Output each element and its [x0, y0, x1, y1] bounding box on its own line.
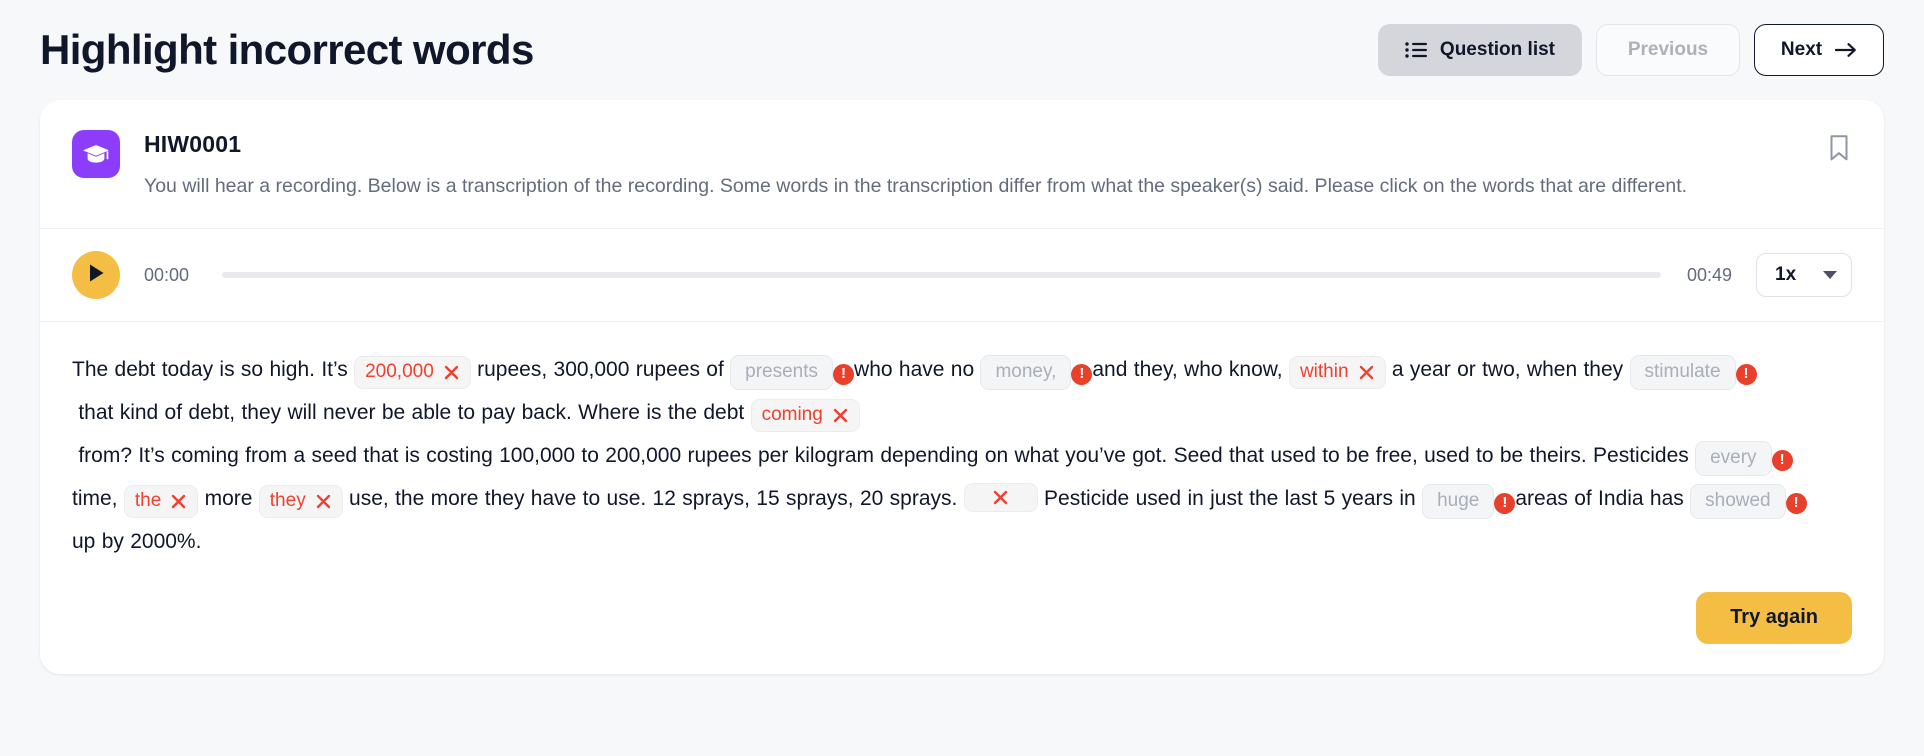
- exclamation-circle-icon[interactable]: !: [1785, 493, 1807, 515]
- arrow-right-icon: [1834, 41, 1857, 59]
- question-list-label: Question list: [1439, 39, 1555, 60]
- transcript-word-run: up by 2000%.: [72, 530, 202, 554]
- audio-player: 00:00 00:49 1x: [40, 229, 1884, 321]
- chip-label: coming: [761, 404, 823, 426]
- card-footer: Try again: [40, 574, 1884, 674]
- transcript-text[interactable]: The debt today is so high. It’s 200,000 …: [40, 322, 1884, 573]
- x-icon: [315, 493, 332, 510]
- playback-speed-value: 1x: [1775, 264, 1797, 286]
- transcript-word-run: who have no: [854, 358, 981, 382]
- graduation-cap-icon: [72, 130, 120, 178]
- missed-word-chip[interactable]: every: [1695, 441, 1772, 477]
- transcript-word-run: areas of India has: [1515, 487, 1691, 511]
- transcript-word-run: that kind of debt, they will never be ab…: [72, 401, 751, 425]
- try-again-button[interactable]: Try again: [1696, 591, 1852, 644]
- duration: 00:49: [1686, 264, 1732, 285]
- chip-label: presents: [745, 361, 819, 383]
- question-description: You will hear a recording. Below is a tr…: [144, 175, 1688, 197]
- chip-label: every: [1710, 447, 1757, 469]
- transcript-word-run: and they, who know,: [1092, 358, 1289, 382]
- exclamation-circle-icon[interactable]: !: [1494, 493, 1516, 515]
- exclamation-glyph: !: [841, 365, 847, 383]
- chip-label: stimulate: [1644, 361, 1721, 383]
- marked-wrong-word-chip[interactable]: 200,000: [354, 356, 471, 390]
- transcript-word-run: more: [198, 487, 259, 511]
- current-time: 00:00: [144, 264, 190, 285]
- chip-label: 200,000: [365, 361, 434, 383]
- transcript-word-run: a year or two, when they: [1385, 358, 1630, 382]
- missed-word-chip[interactable]: presents: [730, 355, 834, 391]
- exclamation-circle-icon[interactable]: !: [1771, 450, 1793, 472]
- question-list-button[interactable]: Question list: [1377, 24, 1582, 76]
- marked-wrong-word-chip[interactable]: the: [123, 485, 199, 519]
- progress-slider[interactable]: [222, 272, 1661, 279]
- chip-label: showed: [1705, 490, 1771, 512]
- chip-label: the: [134, 490, 162, 512]
- previous-button[interactable]: Previous: [1596, 24, 1740, 76]
- transcript-word-run: rupees, 300,000 rupees of: [470, 358, 731, 382]
- x-icon: [992, 489, 1009, 506]
- missed-word-chip[interactable]: money,: [980, 355, 1072, 391]
- transcript-word-run: The debt today is so high. It’s: [72, 358, 355, 382]
- exclamation-circle-icon[interactable]: !: [1735, 364, 1757, 386]
- play-button[interactable]: [72, 251, 120, 300]
- missed-word-chip[interactable]: stimulate: [1629, 355, 1736, 391]
- next-label: Next: [1780, 39, 1823, 60]
- question-code: HIW0001: [144, 131, 242, 157]
- exclamation-glyph: !: [1779, 451, 1785, 469]
- transcript-word-run: time,: [72, 487, 124, 511]
- exclamation-glyph: !: [1502, 494, 1508, 512]
- next-button[interactable]: Next: [1754, 24, 1884, 76]
- playback-speed-select[interactable]: 1x: [1756, 253, 1852, 298]
- x-icon: [443, 364, 460, 381]
- exclamation-glyph: !: [1743, 365, 1749, 383]
- header-actions: Question list Previous Next: [1377, 24, 1884, 76]
- marked-wrong-word-chip[interactable]: coming: [750, 399, 860, 433]
- question-header: HIW0001 You will hear a recording. Below…: [40, 100, 1884, 228]
- page-title: Highlight incorrect words: [40, 26, 534, 73]
- exclamation-glyph: !: [1793, 494, 1799, 512]
- missed-word-chip[interactable]: showed: [1690, 484, 1786, 520]
- chevron-down-icon: [1823, 271, 1837, 280]
- marked-wrong-word-chip[interactable]: they: [258, 485, 343, 519]
- transcript-word-run: use, the more they have to use. 12 spray…: [342, 487, 964, 511]
- chip-label: they: [269, 490, 306, 512]
- question-card: HIW0001 You will hear a recording. Below…: [40, 100, 1884, 674]
- chip-label: money,: [995, 361, 1057, 383]
- bookmark-icon[interactable]: [1828, 134, 1850, 162]
- marked-wrong-word-chip[interactable]: within: [1288, 356, 1386, 390]
- exclamation-glyph: !: [1079, 365, 1085, 383]
- chip-label: within: [1299, 361, 1349, 383]
- transcript-word-run: from? It’s coming from a seed that is co…: [72, 444, 1696, 468]
- page-header: Highlight incorrect words Question list: [40, 0, 1884, 100]
- previous-label: Previous: [1627, 39, 1709, 60]
- x-icon: [832, 407, 849, 424]
- exclamation-circle-icon[interactable]: !: [833, 364, 855, 386]
- play-icon: [86, 262, 106, 289]
- question-meta: HIW0001 You will hear a recording. Below…: [144, 130, 1852, 200]
- transcript-word-run: Pesticide used in just the last 5 years …: [1037, 487, 1423, 511]
- page-root: Highlight incorrect words Question list: [0, 0, 1924, 756]
- list-icon: [1405, 41, 1427, 59]
- chip-label: huge: [1437, 490, 1480, 512]
- x-icon: [170, 493, 187, 510]
- missed-word-chip[interactable]: huge: [1422, 484, 1495, 520]
- empty-marked-chip[interactable]: [963, 483, 1038, 513]
- x-icon: [1358, 364, 1375, 381]
- exclamation-circle-icon[interactable]: !: [1071, 364, 1093, 386]
